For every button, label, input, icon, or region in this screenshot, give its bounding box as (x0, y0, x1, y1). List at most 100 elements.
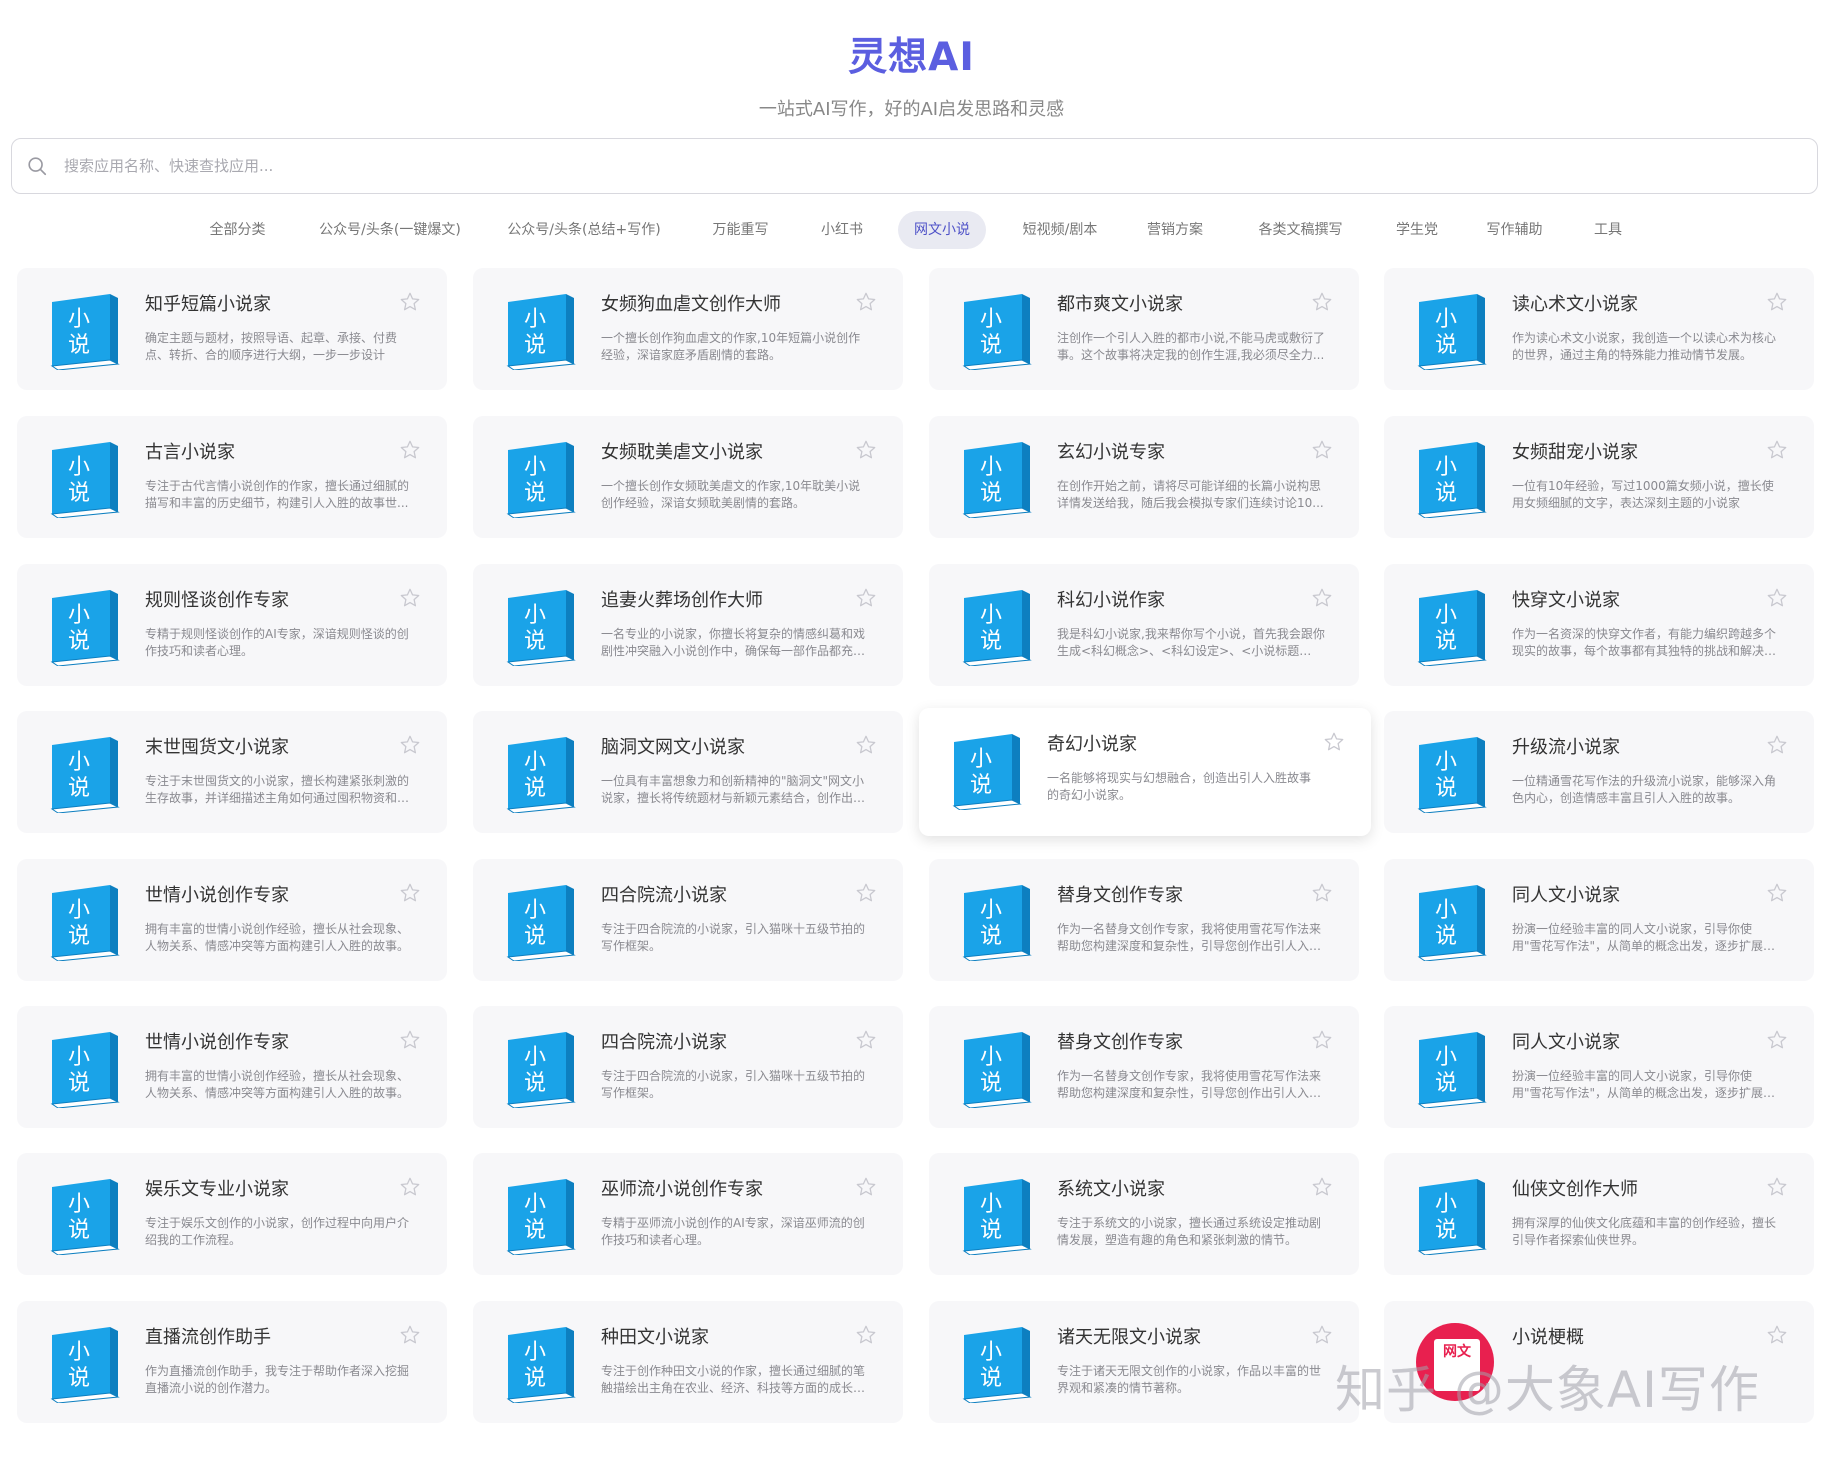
app-card[interactable]: 小 说 科幻小说作家 我是科幻小说家,我来帮你写个小说，首先我会跟你生成<科幻概… (929, 564, 1359, 686)
favorite-star-icon[interactable] (1766, 1176, 1788, 1198)
app-card[interactable]: 小 说 都市爽文小说家 注创作一个引人入胜的都市小说,不能马虎或敷衍了事。这个故… (929, 268, 1359, 390)
tab-8[interactable]: 各类文稿撰写 (1243, 211, 1358, 249)
favorite-star-icon[interactable] (399, 1176, 421, 1198)
tab-1[interactable]: 公众号/头条(一键爆文) (305, 211, 475, 249)
tab-11[interactable]: 工具 (1573, 211, 1643, 249)
favorite-star-icon[interactable] (1766, 587, 1788, 609)
app-card-title: 脑洞文网文小说家 (601, 737, 745, 758)
app-card-title: 系统文小说家 (1057, 1179, 1165, 1200)
book-icon-char-2: 说 (980, 629, 1002, 654)
app-card-title: 女频狗血虐文创作大师 (601, 294, 781, 315)
favorite-star-icon[interactable] (399, 587, 421, 609)
tab-2[interactable]: 公众号/头条(总结+写作) (498, 211, 670, 249)
favorite-star-icon[interactable] (399, 734, 421, 756)
tab-9[interactable]: 学生党 (1382, 211, 1452, 249)
app-card[interactable]: 小 说 替身文创作专家 作为一名替身文创作专家，我将使用雪花写作法来帮助您构建深… (929, 859, 1359, 981)
book-icon-char-2: 说 (524, 629, 546, 654)
novel-book-icon: 小 说 (962, 442, 1032, 518)
app-card[interactable]: 小 说 读心术文小说家 作为读心术文小说家，我创造一个以读心术为核心的世界，通过… (1384, 268, 1814, 390)
app-card[interactable]: 小 说 巫师流小说创作专家 专精于巫师流小说创作的AI专家，深谙巫师流的创作技巧… (473, 1153, 903, 1275)
book-icon-char-1: 小 (980, 1340, 1002, 1365)
app-card[interactable]: 小 说 升级流小说家 一位精通雪花写作法的升级流小说家，能够深入角色内心，创造情… (1384, 711, 1814, 833)
favorite-star-icon[interactable] (399, 882, 421, 904)
book-icon-char-2: 说 (68, 924, 90, 949)
app-card[interactable]: 小 说 知乎短篇小说家 确定主题与题材，按照导语、起章、承接、付费点、转折、合的… (17, 268, 447, 390)
app-card[interactable]: 小 说 奇幻小说家 一名能够将现实与幻想融合，创造出引人入胜故事的奇幻小说家。 (919, 708, 1371, 836)
tab-0[interactable]: 全部分类 (190, 211, 285, 249)
app-card[interactable]: 小 说 四合院流小说家 专注于四合院流的小说家，引入猫咪十五级节拍的写作框架。 (473, 1006, 903, 1128)
app-card[interactable]: 小 说 仙侠文创作大师 拥有深厚的仙侠文化底蕴和丰富的创作经验，擅长引导作者探索… (1384, 1153, 1814, 1275)
app-card[interactable]: 小 说 种田文小说家 专注于创作种田文小说的作家，擅长通过细腻的笔触描绘出主角在… (473, 1301, 903, 1423)
app-card-description: 专注于创作种田文小说的作家，擅长通过细腻的笔触描绘出主角在农业、经济、科技等方面… (601, 1364, 866, 1395)
app-card-title: 世情小说创作专家 (145, 1032, 289, 1053)
app-card-description: 专注于娱乐文创作的小说家，创作过程中向用户介绍我的工作流程。 (145, 1216, 410, 1247)
book-icon-char-2: 说 (68, 481, 90, 506)
search-bar[interactable] (11, 138, 1818, 194)
app-card[interactable]: 小 说 女频甜宠小说家 一位有10年经验，写过1000篇女频小说，擅长使用女频细… (1384, 416, 1814, 538)
book-icon-char-2: 说 (1435, 776, 1457, 801)
app-card[interactable]: 小 说 世情小说创作专家 拥有丰富的世情小说创作经验，擅长从社会现象、人物关系、… (17, 1006, 447, 1128)
tab-10[interactable]: 写作辅助 (1472, 211, 1557, 249)
app-card-title: 古言小说家 (145, 442, 235, 463)
favorite-star-icon[interactable] (1311, 439, 1333, 461)
favorite-star-icon[interactable] (1311, 587, 1333, 609)
app-card[interactable]: 小 说 规则怪谈创作专家 专精于规则怪谈创作的AI专家，深谙规则怪谈的创作技巧和… (17, 564, 447, 686)
favorite-star-icon[interactable] (855, 734, 877, 756)
favorite-star-icon[interactable] (1311, 291, 1333, 313)
app-card[interactable]: 小 说 世情小说创作专家 拥有丰富的世情小说创作经验，擅长从社会现象、人物关系、… (17, 859, 447, 981)
app-card-title: 仙侠文创作大师 (1512, 1179, 1638, 1200)
favorite-star-icon[interactable] (1311, 1176, 1333, 1198)
favorite-star-icon[interactable] (855, 439, 877, 461)
app-card[interactable]: 小 说 系统文小说家 专注于系统文的小说家，擅长通过系统设定推动剧情发展，塑造有… (929, 1153, 1359, 1275)
app-card[interactable]: 小 说 诸天无限文小说家 专注于诸天无限文创作的小说家，作品以丰富的世界观和紧凑… (929, 1301, 1359, 1423)
app-card[interactable]: 小 说 同人文小说家 扮演一位经验丰富的同人文小说家，引导你使用"雪花写作法"，… (1384, 1006, 1814, 1128)
tab-5[interactable]: 网文小说 (898, 211, 986, 249)
book-icon-char-2: 说 (524, 776, 546, 801)
book-icon-char-1: 小 (1435, 603, 1457, 628)
tab-7[interactable]: 营销方案 (1134, 211, 1216, 249)
favorite-star-icon[interactable] (855, 1176, 877, 1198)
tab-3[interactable]: 万能重写 (698, 211, 783, 249)
app-card-title: 奇幻小说家 (1047, 734, 1137, 755)
app-card[interactable]: 小 说 女频耽美虐文小说家 一个擅长创作女频耽美虐文的作家,10年耽美小说创作经… (473, 416, 903, 538)
book-icon-char-1: 小 (68, 898, 90, 923)
favorite-star-icon[interactable] (399, 439, 421, 461)
app-card[interactable]: 小 说 直播流创作助手 作为直播流创作助手，我专注于帮助作者深入挖掘直播流小说的… (17, 1301, 447, 1423)
app-card[interactable]: 小 说 替身文创作专家 作为一名替身文创作专家，我将使用雪花写作法来帮助您构建深… (929, 1006, 1359, 1128)
favorite-star-icon[interactable] (1766, 734, 1788, 756)
favorite-star-icon[interactable] (855, 1324, 877, 1346)
favorite-star-icon[interactable] (1766, 1324, 1788, 1346)
favorite-star-icon[interactable] (855, 587, 877, 609)
app-card[interactable]: 小 说 女频狗血虐文创作大师 一个擅长创作狗血虐文的作家,10年短篇小说创作经验… (473, 268, 903, 390)
app-card[interactable]: 小 说 追妻火葬场创作大师 一名专业的小说家，你擅长将复杂的情感纠葛和戏剧性冲突… (473, 564, 903, 686)
app-card[interactable]: 小 说 玄幻小说专家 在创作开始之前，请将尽可能详细的长篇小说构思详情发送给我，… (929, 416, 1359, 538)
tab-6[interactable]: 短视频/剧本 (1010, 211, 1110, 249)
book-icon-char-2: 说 (68, 629, 90, 654)
app-card[interactable]: 小 说 四合院流小说家 专注于四合院流的小说家，引入猫咪十五级节拍的写作框架。 (473, 859, 903, 981)
app-card[interactable]: 小 说 古言小说家 专注于古代言情小说创作的作家，擅长通过细腻的描写和丰富的历史… (17, 416, 447, 538)
search-input[interactable] (62, 156, 1766, 176)
favorite-star-icon[interactable] (855, 1029, 877, 1051)
tab-4[interactable]: 小红书 (801, 211, 883, 249)
book-icon-char-1: 小 (524, 455, 546, 480)
favorite-star-icon[interactable] (399, 291, 421, 313)
favorite-star-icon[interactable] (399, 1029, 421, 1051)
favorite-star-icon[interactable] (1311, 882, 1333, 904)
favorite-star-icon[interactable] (1323, 731, 1345, 753)
app-card[interactable]: 小 说 同人文小说家 扮演一位经验丰富的同人文小说家，引导你使用"雪花写作法"，… (1384, 859, 1814, 981)
favorite-star-icon[interactable] (1766, 1029, 1788, 1051)
favorite-star-icon[interactable] (1766, 291, 1788, 313)
book-icon-char-1: 小 (524, 898, 546, 923)
favorite-star-icon[interactable] (855, 882, 877, 904)
favorite-star-icon[interactable] (1766, 882, 1788, 904)
app-card[interactable]: 小 说 脑洞文网文小说家 一位具有丰富想象力和创新精神的"脑洞文"网文小说家，擅… (473, 711, 903, 833)
app-card[interactable]: 小 说 末世囤货文小说家 专注于末世囤货文的小说家，擅长构建紧张刺激的生存故事，… (17, 711, 447, 833)
favorite-star-icon[interactable] (1311, 1029, 1333, 1051)
favorite-star-icon[interactable] (1311, 1324, 1333, 1346)
app-card[interactable]: 小 说 快穿文小说家 作为一名资深的快穿文作者，有能力编织跨越多个现实的故事，每… (1384, 564, 1814, 686)
favorite-star-icon[interactable] (855, 291, 877, 313)
app-card[interactable]: 小 说 娱乐文专业小说家 专注于娱乐文创作的小说家，创作过程中向用户介绍我的工作… (17, 1153, 447, 1275)
favorite-star-icon[interactable] (399, 1324, 421, 1346)
app-card-description: 我是科幻小说家,我来帮你写个小说，首先我会跟你生成<科幻概念>、<科幻设定>、<… (1057, 627, 1325, 658)
favorite-star-icon[interactable] (1766, 439, 1788, 461)
